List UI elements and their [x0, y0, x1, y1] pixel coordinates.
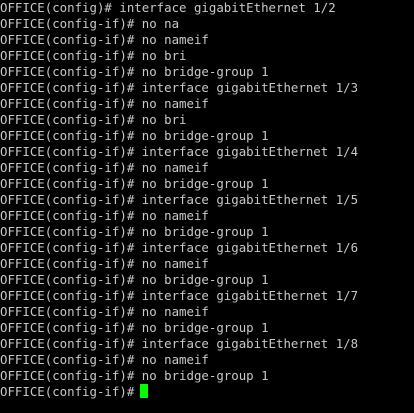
- terminal-line: OFFICE(config-if)# no bridge-group 1: [0, 320, 269, 335]
- terminal-line: OFFICE(config-if)# no nameif: [0, 96, 209, 111]
- terminal-line: OFFICE(config-if)# interface gigabitEthe…: [0, 144, 359, 159]
- terminal-line: OFFICE(config-if)# interface gigabitEthe…: [0, 192, 359, 207]
- terminal-line: OFFICE(config-if)# no nameif: [0, 256, 209, 271]
- terminal-line: OFFICE(config-if)# interface gigabitEthe…: [0, 288, 359, 303]
- terminal-line: OFFICE(config-if)# no bridge-group 1: [0, 176, 269, 191]
- terminal-line: OFFICE(config-if)# no bri: [0, 112, 187, 127]
- terminal-line: OFFICE(config-if)# interface gigabitEthe…: [0, 240, 359, 255]
- terminal-line: OFFICE(config-if)# no na: [0, 16, 180, 31]
- terminal-line: OFFICE(config-if)# no nameif: [0, 304, 209, 319]
- terminal-line: OFFICE(config-if)# no bridge-group 1: [0, 128, 269, 143]
- terminal-line: OFFICE(config)# interface gigabitEtherne…: [0, 0, 336, 15]
- terminal-line: OFFICE(config-if)# no bridge-group 1: [0, 272, 269, 287]
- terminal-input-line[interactable]: OFFICE(config-if)#: [0, 384, 414, 400]
- terminal-line: OFFICE(config-if)# no bri: [0, 48, 187, 63]
- terminal-window[interactable]: OFFICE(config)# interface gigabitEtherne…: [0, 0, 414, 413]
- terminal-line: OFFICE(config-if)# no nameif: [0, 32, 209, 47]
- terminal-line: OFFICE(config-if)# no nameif: [0, 160, 209, 175]
- terminal-line: OFFICE(config-if)# no bridge-group 1: [0, 224, 269, 239]
- terminal-line: OFFICE(config-if)# no nameif: [0, 352, 209, 367]
- terminal-line: OFFICE(config-if)# no nameif: [0, 208, 209, 223]
- terminal-line: OFFICE(config-if)# no bridge-group 1: [0, 368, 269, 383]
- terminal-line: OFFICE(config-if)# interface gigabitEthe…: [0, 80, 359, 95]
- terminal-cursor[interactable]: [140, 384, 149, 398]
- terminal-line: OFFICE(config-if)# interface gigabitEthe…: [0, 336, 359, 351]
- terminal-prompt: OFFICE(config-if)#: [0, 384, 135, 399]
- terminal-line: OFFICE(config-if)# no bridge-group 1: [0, 64, 269, 79]
